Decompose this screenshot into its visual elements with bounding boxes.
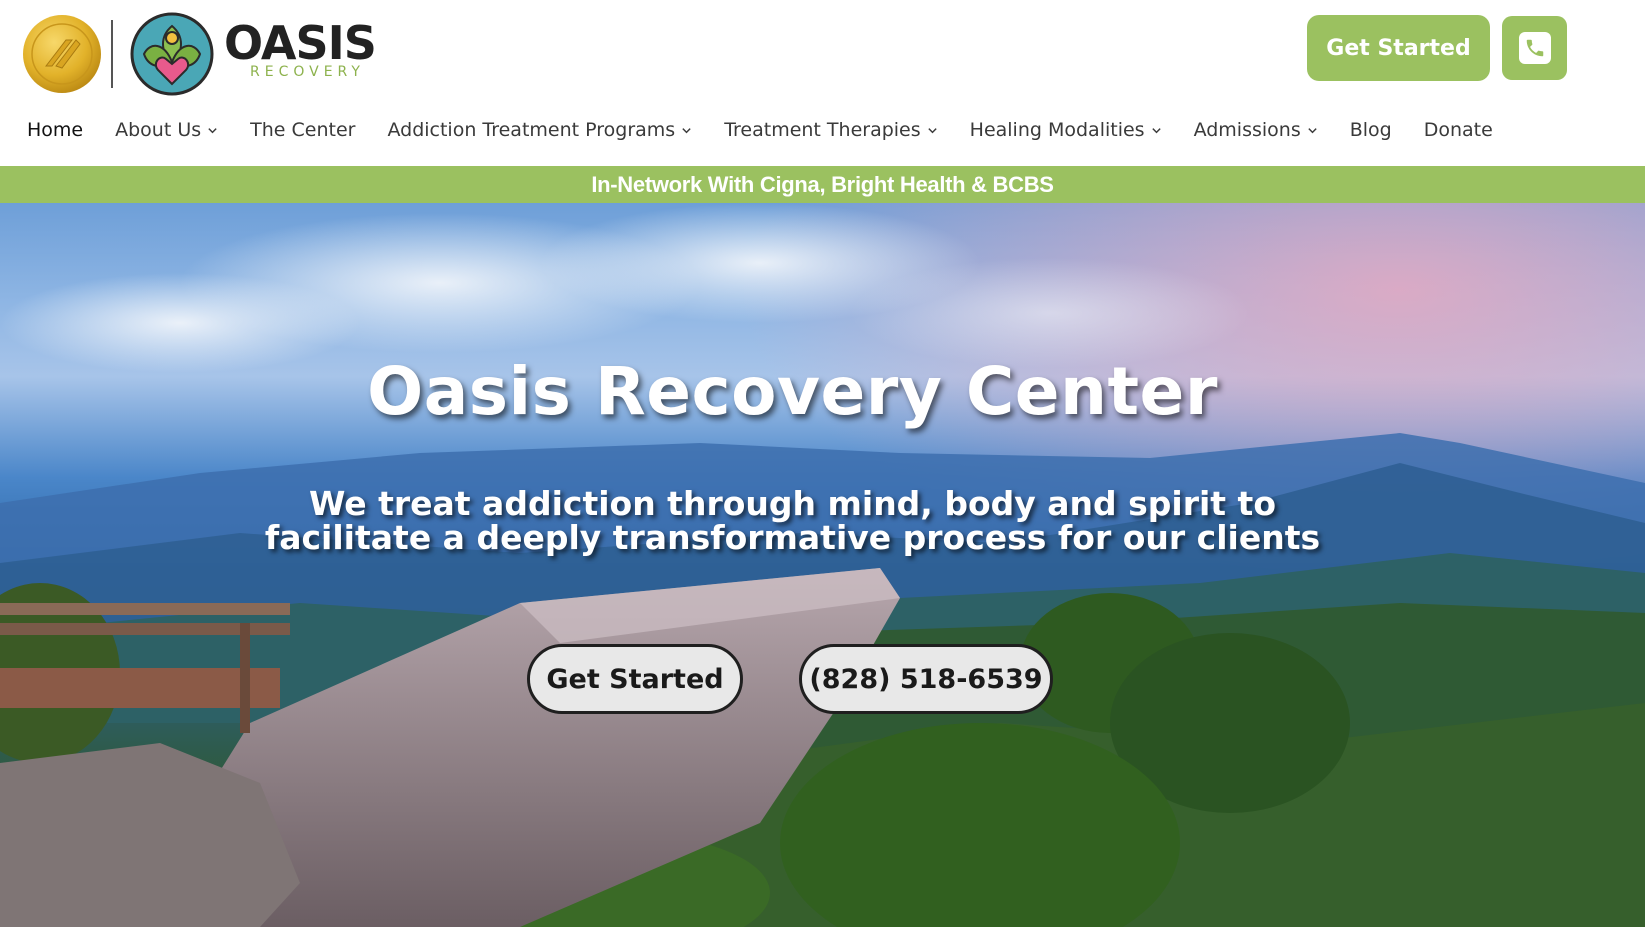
nav-item-the-center[interactable]: The Center [250, 119, 355, 141]
hero-subtitle-line-1: We treat addiction through mind, body an… [309, 484, 1276, 523]
nav-item-label: Donate [1423, 119, 1493, 141]
insurance-announcement-bar: In-Network With Cigna, Bright Health & B… [0, 166, 1645, 203]
nav-item-about-us[interactable]: About Us [115, 119, 218, 141]
nav-item-donate[interactable]: Donate [1424, 119, 1493, 141]
nav-item-treatment-therapies[interactable]: Treatment Therapies [724, 119, 937, 141]
nav-item-addiction-treatment-programs[interactable]: Addiction Treatment Programs [387, 119, 692, 141]
header-get-started-button[interactable]: Get Started [1307, 15, 1490, 81]
site-header: OASIS RECOVERY Get Started Home About Us… [0, 0, 1645, 166]
announcement-text: In-Network With Cigna, Bright Health & B… [591, 171, 1054, 197]
nav-item-label: About Us [115, 119, 202, 141]
hero-get-started-button[interactable]: Get Started [527, 644, 743, 714]
nav-item-label: Admissions [1193, 119, 1301, 141]
chevron-down-icon [1151, 127, 1161, 133]
hero-subtitle: We treat addiction through mind, body an… [0, 487, 1585, 555]
nav-item-label: Home [27, 119, 84, 141]
hero-phone-button[interactable]: (828) 518-6539 [799, 644, 1053, 714]
nav-item-home[interactable]: Home [27, 119, 83, 141]
nav-item-label: The Center [250, 119, 356, 141]
accreditation-seal-icon [22, 14, 102, 94]
hero-background-image [0, 203, 1645, 927]
hero-section: Oasis Recovery Center We treat addiction… [0, 203, 1645, 927]
logo-divider [111, 20, 113, 88]
brand-name: OASIS [224, 16, 377, 70]
nav-item-label: Treatment Therapies [724, 119, 921, 141]
chevron-down-icon [682, 127, 691, 133]
chevron-down-icon [208, 127, 217, 133]
brand-wordmark[interactable]: OASIS RECOVERY [224, 16, 377, 80]
nav-item-admissions[interactable]: Admissions [1194, 119, 1318, 141]
header-phone-button[interactable] [1502, 16, 1567, 80]
main-nav: Home About Us The Center Addiction Treat… [27, 114, 1493, 146]
nav-item-label: Addiction Treatment Programs [387, 119, 676, 141]
oasis-logo-icon[interactable] [130, 12, 214, 96]
hero-subtitle-line-2: facilitate a deeply transformative proce… [264, 518, 1321, 557]
nav-item-healing-modalities[interactable]: Healing Modalities [970, 119, 1162, 141]
chevron-down-icon [927, 127, 937, 133]
hero-title: Oasis Recovery Center [367, 353, 1218, 430]
nav-item-blog[interactable]: Blog [1350, 119, 1392, 141]
brand-tagline: RECOVERY [250, 64, 365, 80]
chevron-down-icon [1308, 127, 1317, 133]
phone-icon [1518, 32, 1551, 64]
nav-item-label: Blog [1349, 119, 1392, 141]
nav-item-label: Healing Modalities [969, 119, 1145, 141]
